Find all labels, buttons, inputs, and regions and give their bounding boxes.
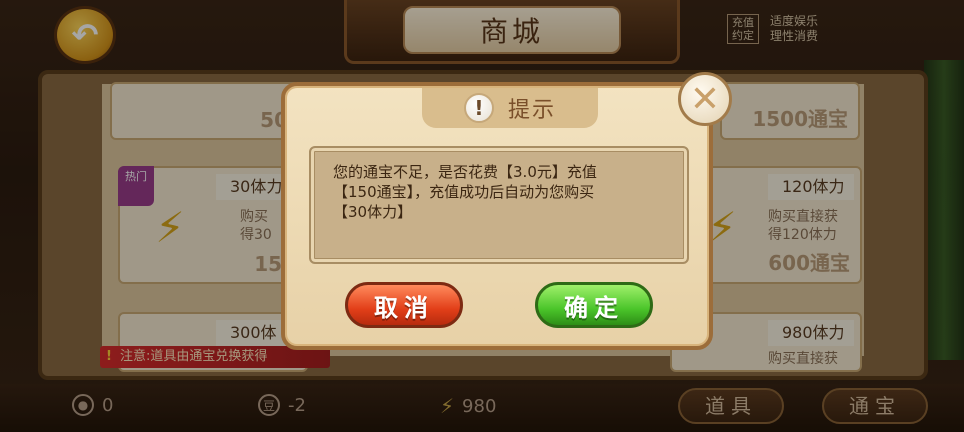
close-icon: ✕ bbox=[689, 78, 721, 120]
confirm-button[interactable]: 确定 bbox=[535, 282, 653, 328]
confirm-dialog: ! 提示 您的通宝不足，是否花费【3.0元】充值 【150通宝】，充值成功后自动… bbox=[281, 82, 713, 350]
dialog-message: 您的通宝不足，是否花费【3.0元】充值 【150通宝】，充值成功后自动为您购买 … bbox=[309, 146, 689, 264]
dialog-title: 提示 bbox=[507, 98, 556, 123]
cancel-button[interactable]: 取消 bbox=[345, 282, 463, 328]
dialog-title-bar: ! 提示 bbox=[422, 88, 598, 128]
exclamation-icon: ! bbox=[463, 93, 494, 123]
close-dialog-button[interactable]: ✕ bbox=[678, 72, 732, 126]
